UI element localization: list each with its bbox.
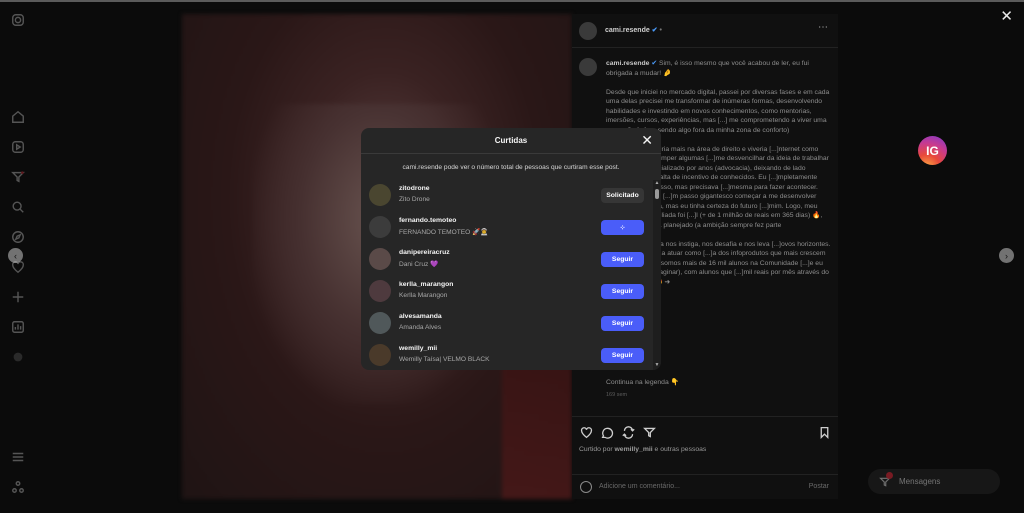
likes-privacy-note: cami.resende pode ver o número total de …	[402, 164, 620, 171]
list-item[interactable]: alvesamanda Amanda Alves Seguir	[361, 308, 653, 340]
modal-title: Curtidas	[494, 136, 528, 145]
avatar[interactable]	[369, 184, 391, 206]
row-full-name: Zito Drone	[399, 196, 430, 203]
follow-button[interactable]: Seguir	[601, 316, 644, 331]
share-icon[interactable]	[643, 426, 656, 439]
list-item[interactable]: kerlla_marangon Kerlla Marangon Seguir	[361, 276, 653, 308]
avatar[interactable]	[369, 248, 391, 270]
create-icon[interactable]	[11, 290, 25, 304]
caption-avatar[interactable]	[579, 58, 597, 76]
post-actions	[572, 416, 838, 446]
row-username[interactable]: alvesamanda	[399, 313, 442, 320]
requested-button[interactable]: Solicitado	[601, 188, 644, 203]
row-full-name: Wemilly Taísa| VELMO BLACK	[399, 356, 490, 363]
previous-post-arrow-icon[interactable]: ‹	[8, 248, 23, 263]
post-time: 169 sem	[606, 392, 628, 398]
next-post-arrow-icon[interactable]: ›	[999, 248, 1014, 263]
scrollbar-thumb[interactable]	[655, 189, 659, 199]
post-comment-button[interactable]: Postar	[809, 483, 829, 490]
instagram-icon[interactable]	[11, 13, 25, 27]
top-divider	[0, 0, 1024, 2]
save-icon[interactable]	[818, 426, 831, 439]
avatar[interactable]	[369, 344, 391, 366]
close-post-icon[interactable]: ✕	[1000, 9, 1013, 24]
reels-icon[interactable]	[11, 140, 25, 154]
follow-button[interactable]: Seguir	[601, 348, 644, 363]
row-full-name: FERNANDO TEMOTEO 🚀👨‍🚀	[399, 229, 489, 236]
like-icon[interactable]	[580, 426, 593, 439]
messages-button[interactable]: Mensagens	[868, 469, 1000, 494]
row-username[interactable]: kerlla_marangon	[399, 281, 453, 288]
scroll-down-arrow-icon[interactable]: ▼	[653, 362, 661, 370]
modal-header: Curtidas ✕	[361, 128, 661, 154]
likes-list[interactable]: zitodrone Zito Drone Solicitado fernando…	[361, 180, 653, 370]
list-item[interactable]: wemilly_mii Wemilly Taísa| VELMO BLACK S…	[361, 340, 653, 370]
avatar[interactable]	[369, 312, 391, 334]
follow-button[interactable]: Seguir	[601, 284, 644, 299]
author-username[interactable]: cami.resende ✔ •	[605, 26, 662, 34]
row-username[interactable]: zitodrone	[399, 185, 430, 192]
liked-by[interactable]: Curtido por wemilly_mii e outras pessoas	[579, 446, 706, 453]
row-username[interactable]: wemilly_mii	[399, 345, 437, 352]
list-item[interactable]: zitodrone Zito Drone Solicitado	[361, 180, 653, 212]
comment-icon[interactable]	[601, 426, 614, 439]
explore-icon[interactable]	[11, 230, 25, 244]
list-item[interactable]: fernando.temoteo FERNANDO TEMOTEO 🚀👨‍🚀 ⁘	[361, 212, 653, 244]
row-username[interactable]: fernando.temoteo	[399, 217, 456, 224]
author-avatar[interactable]	[579, 22, 597, 40]
search-icon[interactable]	[11, 200, 25, 214]
row-full-name: Dani Cruz 💜	[399, 261, 439, 268]
menu-icon[interactable]	[11, 450, 25, 464]
ig-badge[interactable]: IG	[918, 136, 947, 165]
list-item[interactable]: danipereiracruz Dani Cruz 💜 Seguir	[361, 244, 653, 276]
messages-label: Mensagens	[899, 477, 941, 486]
emoji-icon[interactable]	[580, 481, 592, 493]
comment-input[interactable]: Adicione um comentário...	[599, 483, 680, 490]
scroll-up-arrow-icon[interactable]: ▲	[653, 180, 661, 188]
notifications-icon[interactable]	[11, 170, 25, 184]
close-icon[interactable]: ✕	[641, 133, 653, 147]
loading-follow-button[interactable]: ⁘	[601, 220, 644, 235]
messages-unread-dot	[886, 472, 893, 479]
home-icon[interactable]	[11, 110, 25, 124]
comment-bar: Adicione um comentário... Postar	[572, 474, 838, 499]
profile-icon[interactable]	[11, 320, 25, 334]
ig-badge-label: IG	[926, 143, 939, 158]
row-username[interactable]: danipereiracruz	[399, 249, 450, 256]
likes-modal: Curtidas ✕ cami.resende pode ver o númer…	[361, 128, 661, 370]
continue-caption-link[interactable]: Continua na legenda 👇	[606, 378, 679, 386]
scrollbar[interactable]	[653, 180, 661, 370]
post-header: cami.resende ✔ • ⋯	[572, 14, 838, 48]
row-full-name: Kerlla Marangon	[399, 292, 448, 299]
caption-author[interactable]: cami.resende	[606, 60, 649, 67]
more-options-icon[interactable]: ⋯	[818, 22, 828, 33]
more-icon[interactable]	[11, 350, 25, 364]
avatar[interactable]	[369, 280, 391, 302]
meta-icon[interactable]	[11, 480, 25, 494]
repost-icon[interactable]	[622, 426, 635, 439]
verified-icon: ✔	[651, 60, 658, 67]
avatar[interactable]	[369, 216, 391, 238]
follow-button[interactable]: Seguir	[601, 252, 644, 267]
row-full-name: Amanda Alves	[399, 324, 442, 331]
